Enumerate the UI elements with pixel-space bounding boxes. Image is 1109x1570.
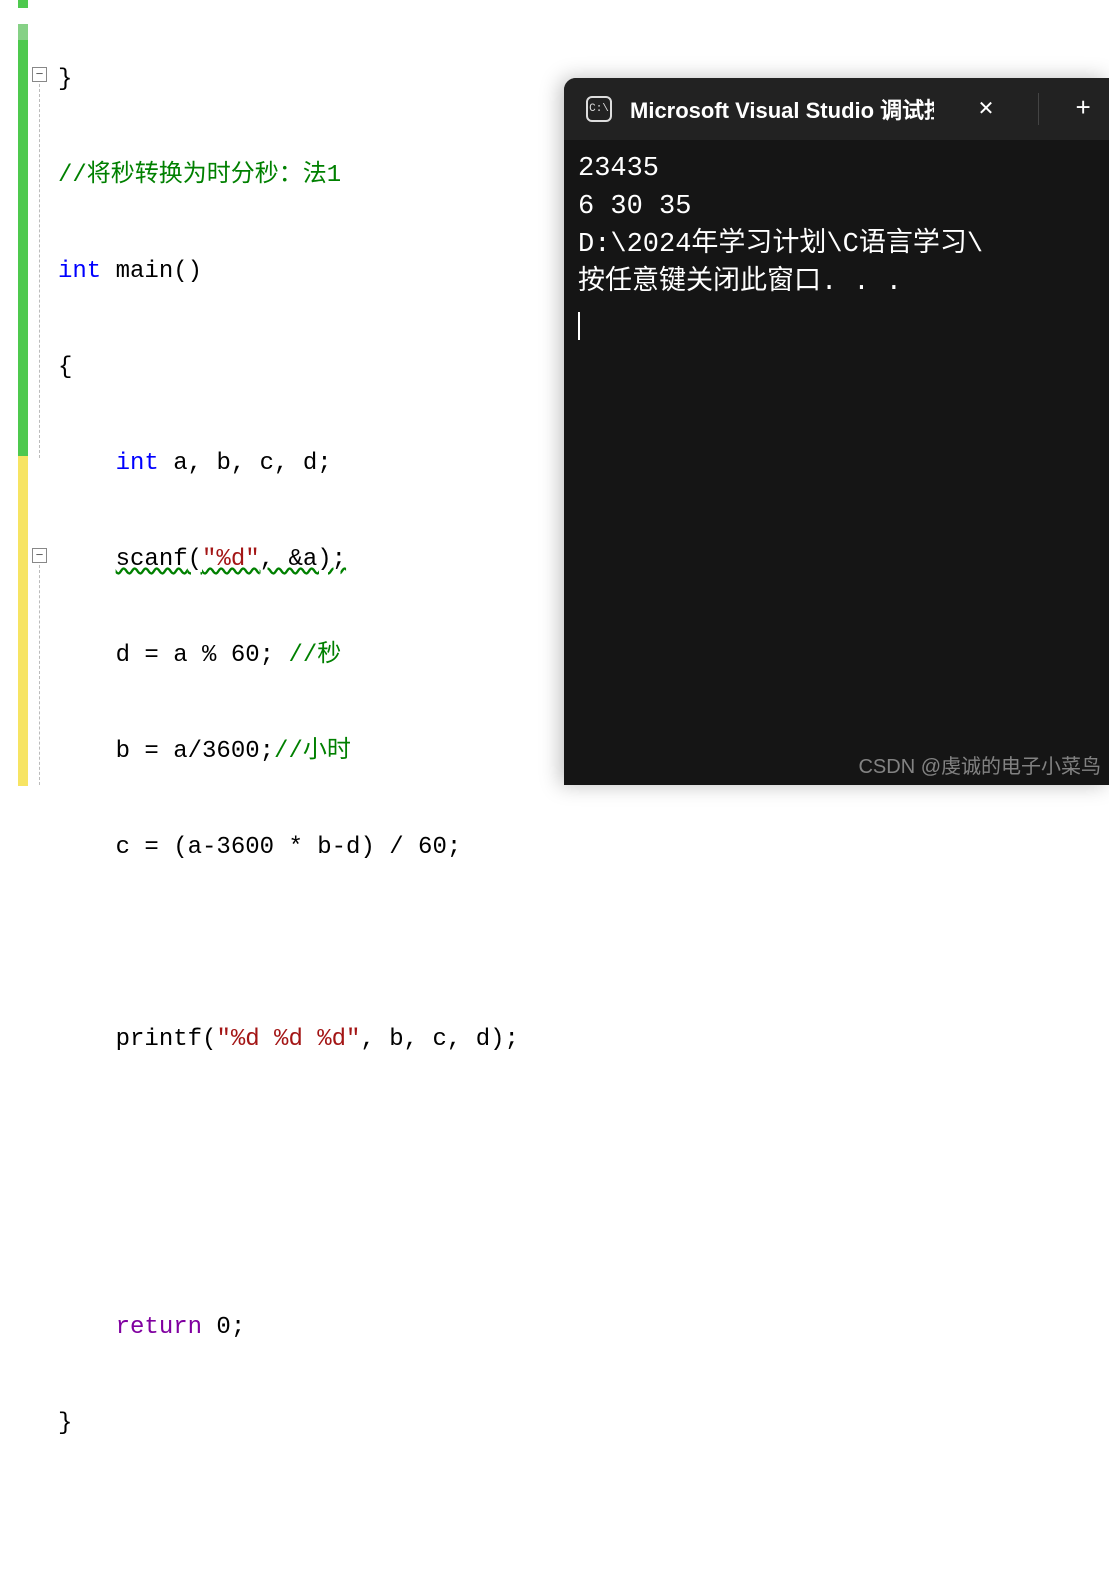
tab-separator bbox=[1038, 93, 1039, 125]
terminal-line: 23435 bbox=[578, 154, 659, 184]
cursor-icon bbox=[578, 312, 580, 340]
fold-toggle-icon[interactable]: − bbox=[32, 548, 47, 563]
close-tab-icon[interactable]: ✕ bbox=[952, 96, 1021, 122]
terminal-line: D:\2024年学习计划\C语言学习\ bbox=[578, 230, 983, 260]
terminal-line: 6 30 35 bbox=[578, 192, 691, 222]
fold-column: − − bbox=[30, 0, 54, 785]
change-gutter bbox=[0, 0, 30, 785]
keyword-int: int bbox=[58, 258, 101, 285]
watermark-text: CSDN @虔诚的电子小菜鸟 bbox=[858, 750, 1101, 779]
terminal-output[interactable]: 23435 6 30 35 D:\2024年学习计划\C语言学习\ 按任意键关闭… bbox=[564, 140, 1109, 350]
code-snippet: scanf("%d", &a); bbox=[116, 546, 346, 573]
new-tab-icon[interactable]: + bbox=[1057, 94, 1109, 124]
code-area[interactable]: } //将秒转换为时分秒：法1 int main() { int a, b, c… bbox=[54, 0, 519, 785]
debug-console-window[interactable]: C:\ Microsoft Visual Studio 调试控 ✕ + 2343… bbox=[564, 78, 1109, 785]
fold-toggle-icon[interactable]: − bbox=[32, 67, 47, 82]
terminal-title: Microsoft Visual Studio 调试控 bbox=[630, 93, 934, 125]
comment-text: //将秒转换为时分秒：法1 bbox=[58, 162, 341, 189]
terminal-titlebar[interactable]: C:\ Microsoft Visual Studio 调试控 ✕ + bbox=[564, 78, 1109, 140]
console-icon: C:\ bbox=[586, 96, 612, 122]
terminal-line: 按任意键关闭此窗口. . . bbox=[578, 268, 902, 298]
